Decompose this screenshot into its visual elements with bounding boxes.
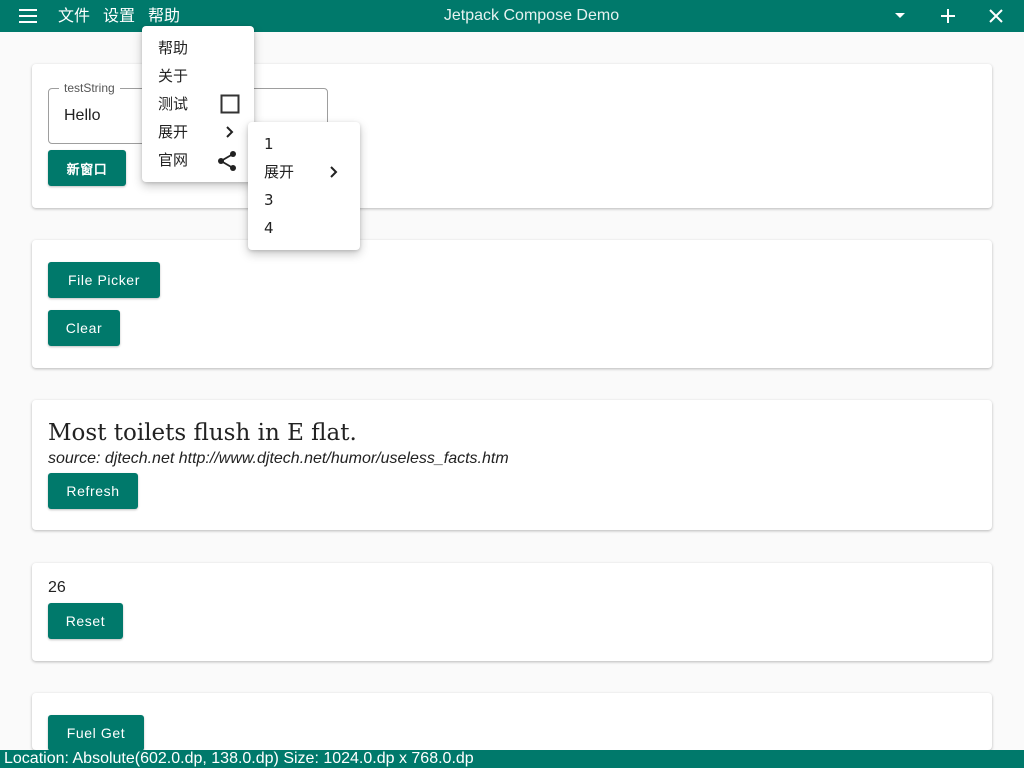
menu-item-label: 4: [264, 219, 274, 237]
status-bar: Location: Absolute(602.0.dp, 138.0.dp) S…: [0, 750, 1024, 768]
fuel-get-button[interactable]: Fuel Get: [48, 715, 144, 751]
counter-card: 26 Reset: [32, 563, 992, 661]
reset-button[interactable]: Reset: [48, 603, 123, 639]
checkbox-icon[interactable]: [220, 94, 240, 114]
file-picker-card: File Picker Clear: [32, 240, 992, 368]
menu-item-label: 展开: [158, 123, 189, 141]
submenu-item-4[interactable]: 4: [248, 214, 360, 242]
menu-item-label: 1: [264, 135, 274, 153]
menu-item-label: 帮助: [158, 39, 189, 57]
menu-item-expand[interactable]: 展开: [142, 118, 254, 146]
menu-file[interactable]: 文件: [58, 0, 90, 32]
plus-icon[interactable]: [936, 0, 960, 32]
counter-value: 26: [48, 579, 66, 596]
fuel-card: Fuel Get: [32, 693, 992, 751]
menu-item-label: 测试: [158, 95, 189, 113]
menu-item-label: 关于: [158, 67, 189, 85]
help-dropdown-menu: 帮助 关于 测试 展开 官网: [142, 26, 254, 182]
submenu-item-3[interactable]: 3: [248, 186, 360, 214]
submenu-item-expand[interactable]: 展开: [248, 158, 360, 186]
chevron-down-icon[interactable]: [888, 0, 912, 32]
menu-item-test[interactable]: 测试: [142, 90, 254, 118]
menu-icon[interactable]: [14, 0, 42, 32]
menu-item-help[interactable]: 帮助: [142, 34, 254, 62]
menu-item-label: 官网: [158, 151, 189, 169]
submenu-item-1[interactable]: 1: [248, 130, 360, 158]
useless-fact-card: Most toilets flush in E flat. source: dj…: [32, 400, 992, 530]
fact-text: Most toilets flush in E flat.: [48, 420, 357, 446]
clear-button[interactable]: Clear: [48, 310, 120, 346]
menu-item-website[interactable]: 官网: [142, 146, 254, 174]
close-icon[interactable]: [984, 0, 1008, 32]
fact-source: source: djtech.net http://www.djtech.net…: [48, 450, 509, 467]
share-icon: [216, 150, 236, 171]
menu-item-label: 展开: [264, 163, 295, 181]
menu-item-label: 3: [264, 191, 274, 209]
new-window-button[interactable]: 新窗口: [48, 150, 126, 186]
expand-submenu: 1 展开 3 4: [248, 122, 360, 250]
file-picker-button[interactable]: File Picker: [48, 262, 160, 298]
chevron-right-icon: [220, 122, 240, 142]
chevron-right-icon: [324, 162, 344, 182]
refresh-button[interactable]: Refresh: [48, 473, 138, 509]
menu-item-about[interactable]: 关于: [142, 62, 254, 90]
test-string-label: testString: [59, 81, 120, 95]
menu-settings[interactable]: 设置: [103, 0, 135, 32]
